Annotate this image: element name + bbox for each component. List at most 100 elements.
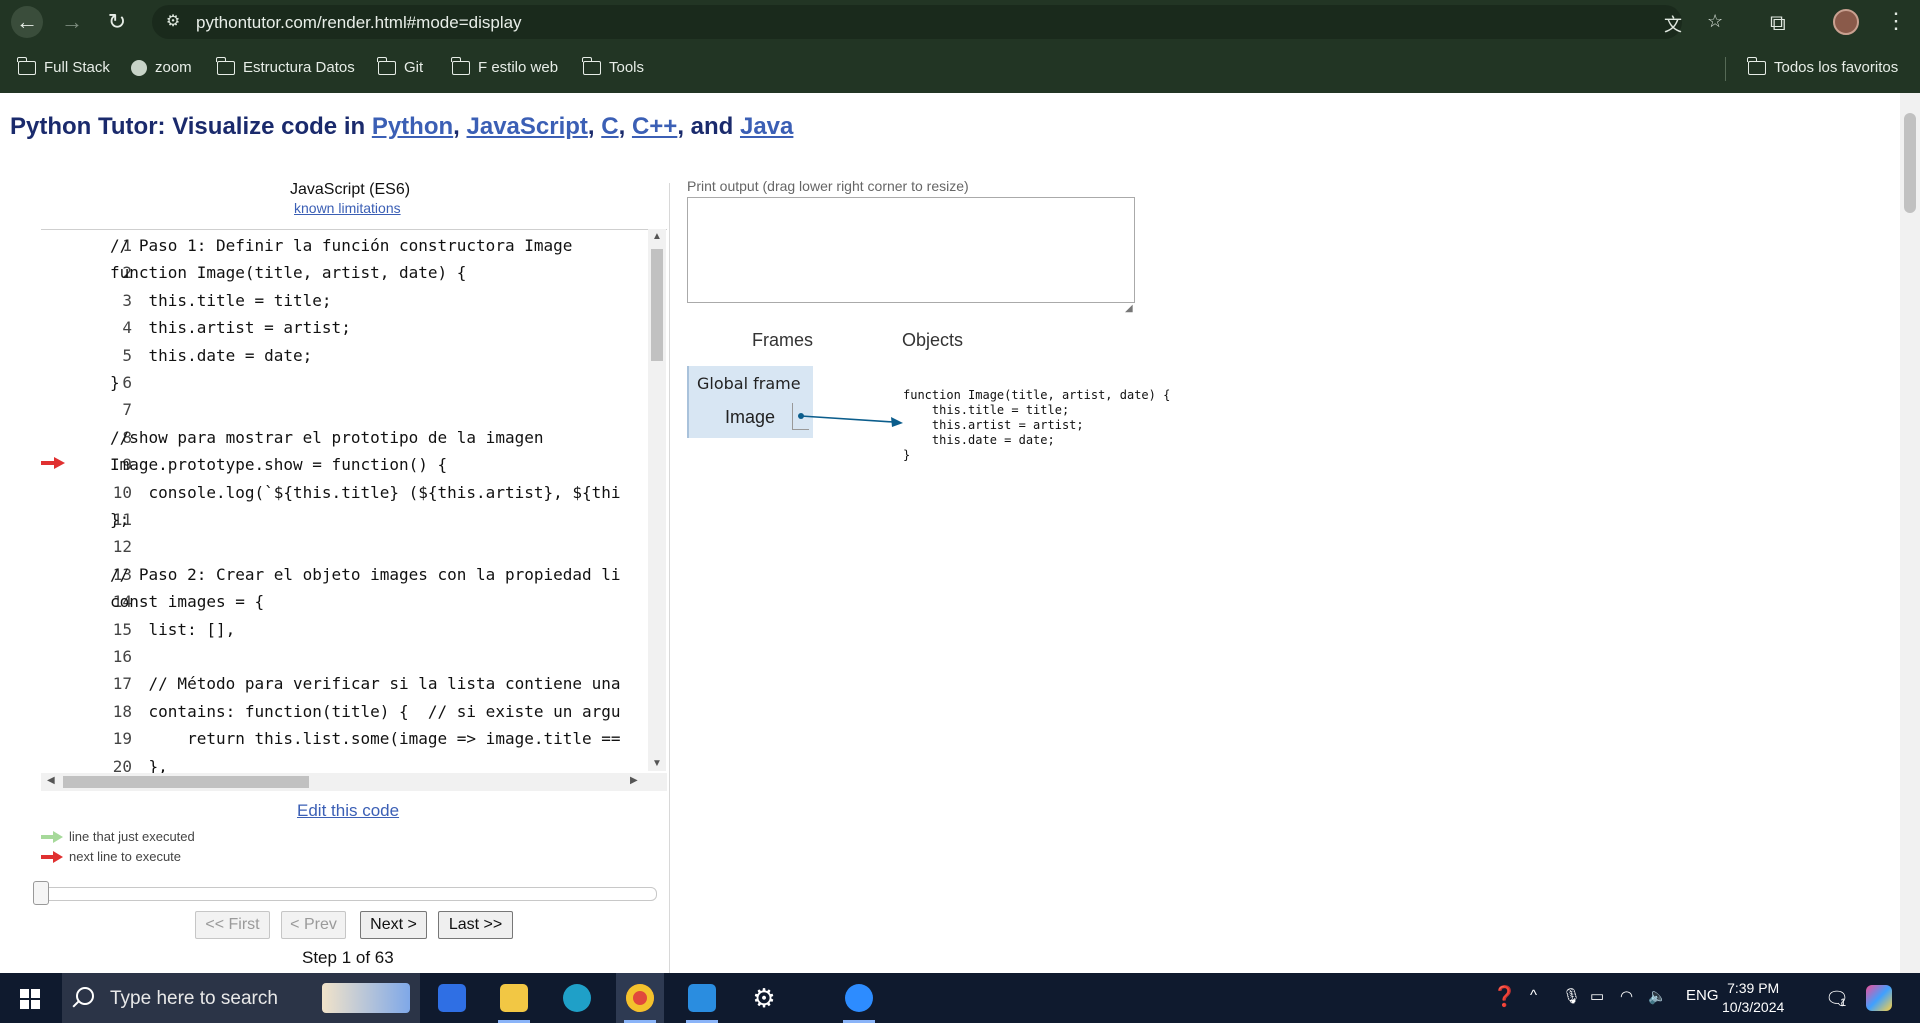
back-button[interactable]: ← <box>11 6 43 38</box>
microphone-icon[interactable]: 🎙 <box>1562 987 1581 1005</box>
windows-start-icon[interactable] <box>20 989 40 1009</box>
taskbar-file-explorer[interactable] <box>490 973 538 1023</box>
bookmark-label: Full Stack <box>44 59 110 76</box>
code-vertical-scrollbar[interactable]: ▲ ▼ <box>648 229 666 771</box>
code-line: 16 <box>41 647 661 674</box>
code-line: 1// Paso 1: Definir la función construct… <box>41 236 661 263</box>
language-indicator[interactable]: ENG <box>1686 987 1719 1004</box>
title-separator: , <box>618 113 632 140</box>
taskbar-zoom[interactable] <box>835 973 883 1023</box>
taskbar-settings[interactable]: ⚙ <box>740 973 788 1023</box>
folder-icon <box>500 984 528 1012</box>
code-line: 10 console.log(`${this.title} (${this.ar… <box>41 483 661 510</box>
line-text: const images = { <box>110 592 265 612</box>
next-button[interactable]: Next > <box>360 911 427 939</box>
resize-grip-icon[interactable]: ◢ <box>1125 303 1133 314</box>
bookmark-estructura-datos[interactable]: Estructura Datos <box>216 56 355 76</box>
extensions-icon[interactable]: ⧉ <box>1770 10 1786 36</box>
scroll-thumb[interactable] <box>1904 113 1916 213</box>
bookmark-full-stack[interactable]: Full Stack <box>17 56 110 76</box>
taskbar-vscode[interactable] <box>678 973 726 1023</box>
taskbar-edge[interactable] <box>553 973 601 1023</box>
url-text[interactable]: pythontutor.com/render.html#mode=display <box>196 13 522 33</box>
taskbar-chrome[interactable] <box>616 973 664 1023</box>
code-line: 18 contains: function(title) { // si exi… <box>41 702 661 729</box>
code-line: 11}; <box>41 510 661 537</box>
known-limitations-link[interactable]: known limitations <box>294 200 401 216</box>
star-icon[interactable]: ☆ <box>1707 11 1723 32</box>
green-arrow-icon <box>41 830 63 843</box>
step-slider-handle[interactable] <box>33 881 49 905</box>
zoom-icon <box>845 984 873 1012</box>
bookmark-git[interactable]: Git <box>377 56 424 76</box>
battery-icon[interactable]: ▭ <box>1590 987 1604 1005</box>
bookmark-zoom[interactable]: zoom <box>131 59 192 76</box>
page-scrollbar[interactable] <box>1900 93 1920 973</box>
first-button[interactable]: << First <box>195 911 270 939</box>
volume-icon[interactable]: 🔈 <box>1648 987 1667 1005</box>
legend-executed: line that just executed <box>41 829 195 844</box>
arrow-right-icon: → <box>61 9 83 34</box>
help-icon[interactable]: ❓ <box>1492 984 1517 1009</box>
taskbar-store[interactable] <box>428 973 476 1023</box>
link-cpp[interactable]: C++ <box>632 113 677 140</box>
language-label: JavaScript (ES6) <box>290 181 411 198</box>
gear-icon: ⚙ <box>752 982 776 1013</box>
legend-executed-label: line that just executed <box>69 829 195 844</box>
code-horizontal-scrollbar[interactable]: ◀ ▶ <box>41 773 667 791</box>
link-python[interactable]: Python <box>372 113 453 140</box>
bookmarks-bar: Full Stack zoom Estructura Datos Git F e… <box>0 45 1920 93</box>
step-slider[interactable] <box>35 887 657 901</box>
print-output-box[interactable] <box>687 197 1135 303</box>
bookmark-estilo-web[interactable]: F estilo web <box>451 56 558 76</box>
scroll-up-icon[interactable]: ▲ <box>652 231 662 242</box>
line-text: // Método para verificar si la lista con… <box>110 674 621 694</box>
site-settings-icon[interactable]: ⚙ <box>164 13 182 31</box>
next-line-arrow-icon <box>41 457 65 470</box>
line-text: contains: function(title) { // si existe… <box>110 701 621 721</box>
search-placeholder: Type here to search <box>110 988 278 1009</box>
bookmark-label: Git <box>404 59 424 76</box>
line-text: function Image(title, artist, date) { <box>110 263 467 283</box>
clock[interactable]: 7:39 PM 10/3/2024 <box>1722 979 1784 1017</box>
forward-button[interactable]: → <box>56 6 88 38</box>
page-title: Python Tutor: Visualize code in Python , … <box>10 113 793 141</box>
scroll-down-icon[interactable]: ▼ <box>652 758 662 769</box>
code-line: 19 return this.list.some(image => image.… <box>41 729 661 756</box>
folder-icon <box>1747 56 1766 75</box>
chevron-up-icon[interactable]: ^ <box>1530 987 1537 1004</box>
clock-date: 10/3/2024 <box>1722 999 1785 1015</box>
code-line: 13// Paso 2: Crear el objeto images con … <box>41 565 661 592</box>
scroll-thumb[interactable] <box>63 776 309 788</box>
link-java[interactable]: Java <box>740 113 793 140</box>
folder-icon <box>377 56 396 75</box>
title-separator: , and <box>677 113 740 140</box>
reload-icon: ↻ <box>107 9 127 34</box>
scroll-right-icon[interactable]: ▶ <box>630 775 638 786</box>
line-text: list: [], <box>110 619 236 639</box>
scroll-thumb[interactable] <box>651 249 663 361</box>
link-c[interactable]: C <box>601 113 618 140</box>
all-bookmarks[interactable]: Todos los favoritos <box>1747 56 1898 76</box>
profile-avatar[interactable] <box>1833 9 1859 35</box>
link-javascript[interactable]: JavaScript <box>467 113 588 140</box>
copilot-icon[interactable] <box>1866 985 1892 1011</box>
wifi-icon[interactable]: ◠ <box>1620 987 1633 1005</box>
bookmark-label: Tools <box>609 59 645 76</box>
reload-button[interactable]: ↻ <box>101 6 133 38</box>
taskbar-search[interactable]: Type here to search <box>62 973 420 1023</box>
browser-toolbar: ← → ↻ ⚙ pythontutor.com/render.html#mode… <box>0 0 1920 45</box>
menu-icon[interactable]: ⋮ <box>1885 8 1907 34</box>
title-separator: , <box>587 113 602 140</box>
vscode-icon <box>688 984 716 1012</box>
prev-button[interactable]: < Prev <box>281 911 346 939</box>
panel-divider <box>669 183 670 973</box>
translate-icon[interactable]: 文 <box>1664 11 1682 37</box>
code-line: 3 this.title = title; <box>41 291 661 318</box>
edit-code-link[interactable]: Edit this code <box>297 801 399 821</box>
scroll-left-icon[interactable]: ◀ <box>47 775 55 786</box>
bookmark-tools[interactable]: Tools <box>582 56 645 76</box>
chrome-icon <box>626 984 654 1012</box>
last-button[interactable]: Last >> <box>438 911 513 939</box>
address-bar[interactable]: ⚙ pythontutor.com/render.html#mode=displ… <box>152 5 1723 39</box>
